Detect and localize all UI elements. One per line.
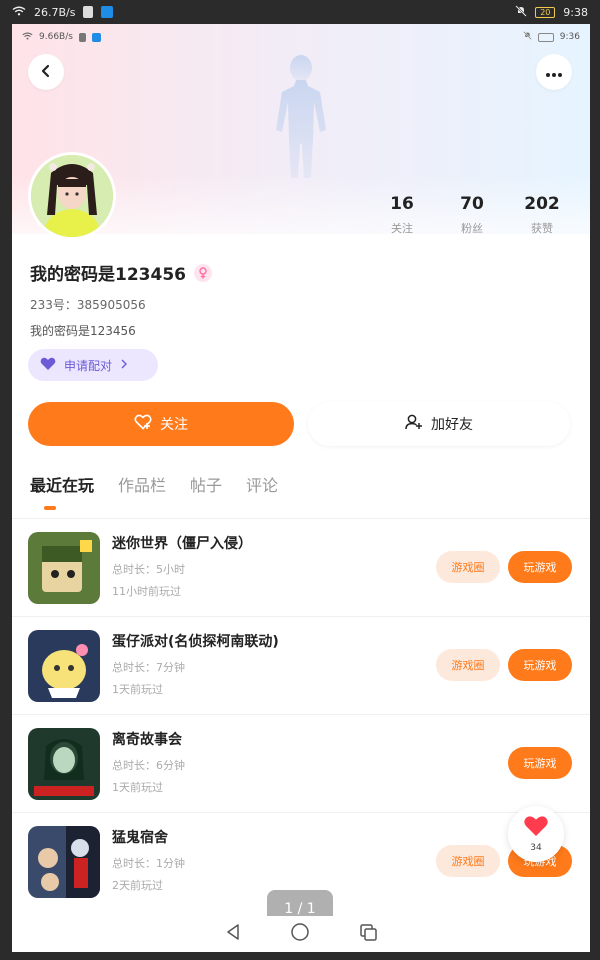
app-notification-icon bbox=[91, 32, 101, 42]
username-text: 我的密码是123456 bbox=[30, 265, 186, 285]
follow-button[interactable]: 关注 bbox=[28, 402, 294, 446]
nav-recents-icon[interactable] bbox=[358, 922, 378, 946]
battery-icon bbox=[537, 32, 554, 42]
recent-games-list: 迷你世界（僵尸入侵） 总时长：5小时 11小时前玩过 游戏圈 玩游戏 蛋仔派对(… bbox=[12, 518, 590, 910]
add-friend-label: 加好友 bbox=[431, 417, 473, 433]
play-game-button[interactable]: 玩游戏 bbox=[508, 649, 572, 681]
chevron-right-icon bbox=[120, 358, 128, 372]
game-last-played: 1天前玩过 bbox=[112, 683, 163, 696]
user-avatar[interactable] bbox=[28, 152, 116, 240]
heart-icon bbox=[523, 815, 549, 841]
stat-number: 16 bbox=[390, 194, 414, 214]
request-match-button[interactable]: 申请配对 bbox=[28, 349, 158, 381]
tab-recently-played[interactable]: 最近在玩 bbox=[30, 472, 94, 496]
game-title: 蛋仔派对(名侦探柯南联动) bbox=[112, 634, 279, 650]
tab-posts[interactable]: 帖子 bbox=[190, 472, 222, 496]
game-last-played: 2天前玩过 bbox=[112, 879, 163, 892]
list-item[interactable]: 离奇故事会 总时长：6分钟 1天前玩过 玩游戏 bbox=[12, 714, 590, 812]
stat-likes[interactable]: 202 获赞 bbox=[512, 194, 572, 236]
game-duration: 总时长：7分钟 bbox=[112, 661, 185, 674]
system-nav-bar bbox=[12, 916, 590, 952]
stat-following[interactable]: 16 关注 bbox=[372, 194, 432, 236]
heart-plus-icon bbox=[134, 414, 152, 434]
profile-tabs: 最近在玩 作品栏 帖子 评论 bbox=[30, 472, 278, 496]
game-title: 离奇故事会 bbox=[112, 732, 182, 748]
stat-number: 70 bbox=[460, 194, 484, 214]
nav-back-icon[interactable] bbox=[224, 923, 242, 945]
game-duration: 总时长：5小时 bbox=[112, 563, 185, 576]
wifi-icon bbox=[22, 32, 33, 43]
game-last-played: 11小时前玩过 bbox=[112, 585, 181, 598]
sim-icon bbox=[78, 32, 86, 42]
status-time: 9:36 bbox=[559, 32, 580, 42]
play-game-button[interactable]: 玩游戏 bbox=[508, 551, 572, 583]
like-button[interactable]: 34 bbox=[508, 806, 564, 862]
app-window: 9.66B/s 9:36 16 关注 70 粉丝 202 获赞 我的密码是123… bbox=[12, 24, 590, 952]
game-circle-button[interactable]: 游戏圈 bbox=[436, 551, 500, 583]
tab-comments[interactable]: 评论 bbox=[246, 472, 278, 496]
game-title: 猛鬼宿舍 bbox=[112, 830, 168, 846]
game-title: 迷你世界（僵尸入侵） bbox=[112, 536, 252, 552]
sim-icon bbox=[83, 6, 94, 18]
mute-icon bbox=[515, 4, 528, 20]
mute-icon bbox=[523, 31, 532, 43]
stat-label: 获赞 bbox=[531, 222, 553, 235]
wifi-icon bbox=[12, 6, 26, 19]
game-circle-button[interactable]: 游戏圈 bbox=[436, 845, 500, 877]
game-icon bbox=[28, 728, 100, 800]
follow-label: 关注 bbox=[160, 417, 188, 433]
profile-stats: 16 关注 70 粉丝 202 获赞 bbox=[372, 194, 572, 236]
game-circle-button[interactable]: 游戏圈 bbox=[436, 649, 500, 681]
network-speed: 9.66B/s bbox=[39, 32, 73, 42]
game-last-played: 1天前玩过 bbox=[112, 781, 163, 794]
heart-icon bbox=[40, 357, 56, 374]
back-button[interactable] bbox=[28, 54, 64, 90]
user-bio: 我的密码是123456 bbox=[30, 324, 136, 338]
nav-home-icon[interactable] bbox=[290, 922, 310, 946]
request-match-label: 申请配对 bbox=[64, 358, 113, 373]
user-id: 233号：385905056 bbox=[30, 298, 146, 312]
female-gender-icon bbox=[193, 263, 212, 282]
add-friend-button[interactable]: 加好友 bbox=[308, 402, 570, 446]
network-speed: 26.7B/s bbox=[34, 5, 76, 19]
more-dots-icon bbox=[545, 63, 563, 82]
stat-label: 关注 bbox=[391, 222, 413, 235]
list-item[interactable]: 蛋仔派对(名侦探柯南联动) 总时长：7分钟 1天前玩过 游戏圈 玩游戏 bbox=[12, 616, 590, 714]
list-item[interactable]: 迷你世界（僵尸入侵） 总时长：5小时 11小时前玩过 游戏圈 玩游戏 bbox=[12, 518, 590, 616]
game-duration: 总时长：1分钟 bbox=[112, 857, 185, 870]
inner-status-bar: 9.66B/s 9:36 bbox=[22, 28, 580, 46]
active-tab-indicator bbox=[44, 506, 56, 510]
username: 我的密码是123456 bbox=[30, 260, 212, 285]
stat-followers[interactable]: 70 粉丝 bbox=[442, 194, 502, 236]
game-duration: 总时长：6分钟 bbox=[112, 759, 185, 772]
app-notification-icon bbox=[101, 6, 114, 18]
tab-works[interactable]: 作品栏 bbox=[118, 472, 166, 496]
play-game-button[interactable]: 玩游戏 bbox=[508, 747, 572, 779]
chevron-left-icon bbox=[39, 63, 53, 82]
user-plus-icon bbox=[405, 414, 423, 434]
system-status-bar: 26.7B/s 20 9:38 bbox=[0, 0, 600, 24]
game-icon bbox=[28, 630, 100, 702]
like-count: 34 bbox=[530, 843, 542, 853]
stat-number: 202 bbox=[524, 194, 560, 214]
avatar-figure-image bbox=[266, 52, 336, 182]
stat-label: 粉丝 bbox=[461, 222, 483, 235]
game-icon bbox=[28, 826, 100, 898]
game-icon bbox=[28, 532, 100, 604]
battery-icon: 20 bbox=[535, 6, 556, 18]
more-options-button[interactable] bbox=[536, 54, 572, 90]
status-time: 9:38 bbox=[563, 5, 588, 19]
